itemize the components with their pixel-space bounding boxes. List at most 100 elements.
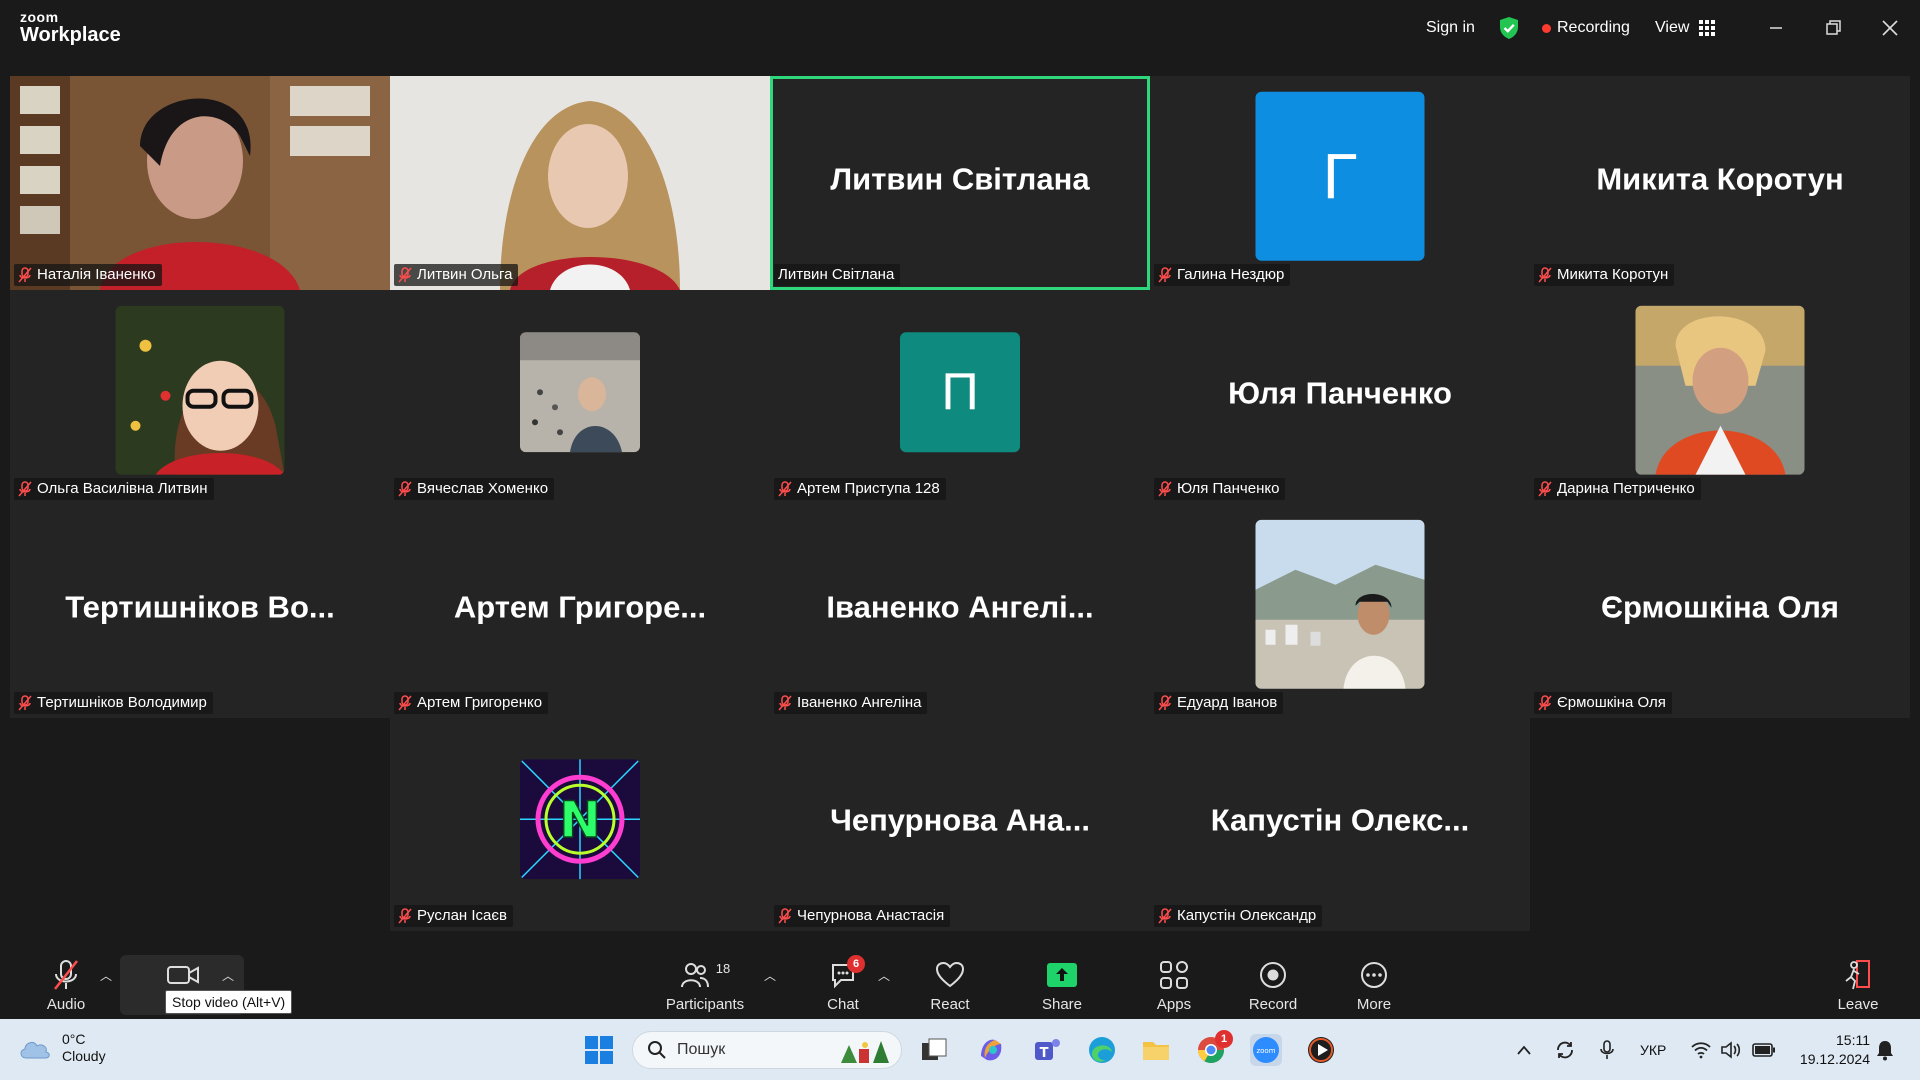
video-camera-icon bbox=[165, 958, 201, 992]
show-hidden-icons-chevron-up-icon[interactable] bbox=[1516, 1019, 1532, 1080]
windows-taskbar: 0°C Cloudy Пошук T 1 zoom УКР 15:11 19.1… bbox=[0, 1019, 1920, 1080]
close-icon[interactable] bbox=[1876, 14, 1904, 42]
chat-options-chevron-up-icon[interactable]: ︿ bbox=[878, 967, 890, 984]
audio-button[interactable]: Audio bbox=[42, 945, 90, 1019]
participant-display-name: Артем Григоре... bbox=[453, 589, 707, 625]
view-button[interactable]: View bbox=[1655, 0, 1716, 56]
more-button[interactable]: More bbox=[1354, 945, 1394, 1019]
participant-tile[interactable]: Артем Григоре... Артем Григоренко bbox=[390, 504, 770, 718]
copilot-icon[interactable] bbox=[975, 1034, 1007, 1066]
teams-icon[interactable]: T bbox=[1031, 1034, 1063, 1066]
participant-tile[interactable]: П Артем Приступа 128 bbox=[770, 290, 1150, 504]
react-button[interactable]: React bbox=[928, 945, 972, 1019]
participant-display-name: Юля Панченко bbox=[1228, 375, 1452, 411]
notification-bell-icon[interactable] bbox=[1876, 1019, 1894, 1080]
audio-options-chevron-up-icon[interactable]: ︿ bbox=[100, 967, 112, 984]
participant-video bbox=[390, 76, 770, 290]
battery-icon[interactable] bbox=[1752, 1019, 1776, 1080]
participant-tile[interactable]: Єрмошкіна Оля Єрмошкіна Оля bbox=[1530, 504, 1910, 718]
leave-meeting-button[interactable]: Leave bbox=[1836, 945, 1880, 1019]
svg-text:zoom: zoom bbox=[1256, 1047, 1275, 1055]
participant-name-label: Дарина Петриченко bbox=[1534, 478, 1701, 500]
participants-button[interactable]: 18 Participants bbox=[662, 945, 748, 1019]
mic-muted-icon bbox=[398, 694, 412, 710]
mic-muted-icon bbox=[778, 480, 792, 496]
participant-tile[interactable]: Микита Коротун Микита Коротун bbox=[1530, 76, 1910, 290]
zoom-taskbar-icon[interactable]: zoom bbox=[1250, 1034, 1282, 1066]
sign-in-link[interactable]: Sign in bbox=[1426, 0, 1475, 56]
chrome-icon[interactable]: 1 bbox=[1195, 1030, 1233, 1066]
participant-tile[interactable]: Капустін Олекс... Капустін Олександр bbox=[1150, 717, 1530, 931]
participant-tile[interactable]: Литвин Ольга bbox=[390, 76, 770, 290]
participant-tile[interactable]: Едуард Іванов bbox=[1150, 504, 1530, 718]
participant-tile[interactable]: Ольга Василівна Литвин bbox=[10, 290, 390, 504]
participant-tile[interactable]: Дарина Петриченко bbox=[1530, 290, 1910, 504]
participant-tile[interactable]: Іваненко Ангелі... Іваненко Ангеліна bbox=[770, 504, 1150, 718]
restore-icon[interactable] bbox=[1819, 14, 1847, 42]
volume-icon[interactable] bbox=[1720, 1019, 1742, 1080]
participant-display-name: Капустін Олекс... bbox=[1210, 802, 1470, 838]
mic-muted-icon bbox=[1158, 266, 1172, 282]
edge-icon[interactable] bbox=[1086, 1034, 1118, 1066]
video-options-chevron-up-icon[interactable]: ︿ bbox=[222, 967, 234, 984]
participant-tile[interactable]: Наталія Іваненко bbox=[10, 76, 390, 290]
mic-muted-icon bbox=[398, 480, 412, 496]
participant-name-label: Чепурнова Анастасія bbox=[774, 905, 951, 927]
task-view-icon[interactable] bbox=[918, 1034, 950, 1066]
participants-options-chevron-up-icon[interactable]: ︿ bbox=[764, 967, 776, 984]
system-clock[interactable]: 15:11 19.12.2024 bbox=[1790, 1031, 1870, 1069]
participant-tile[interactable]: Вячеслав Хоменко bbox=[390, 290, 770, 504]
windows-start-icon[interactable] bbox=[583, 1034, 615, 1066]
participant-name-label: Микита Коротун bbox=[1534, 264, 1675, 286]
media-player-icon[interactable] bbox=[1305, 1034, 1337, 1066]
mic-muted-icon bbox=[398, 907, 412, 923]
mic-muted-icon bbox=[18, 480, 32, 496]
sync-icon[interactable] bbox=[1554, 1019, 1576, 1080]
mic-muted-icon bbox=[48, 958, 84, 992]
participant-tile[interactable]: Юля Панченко Юля Панченко bbox=[1150, 290, 1530, 504]
search-icon bbox=[648, 1041, 666, 1059]
participant-name-label: Литвин Світлана bbox=[774, 264, 901, 286]
participant-tile[interactable]: Тертишніков Во... Тертишніков Володимир bbox=[10, 504, 390, 718]
search-highlight-icon bbox=[841, 1041, 889, 1063]
stop-video-tooltip: Stop video (Alt+V) bbox=[165, 990, 293, 1014]
wifi-icon[interactable] bbox=[1690, 1019, 1712, 1080]
recording-indicator[interactable]: Recording bbox=[1542, 0, 1630, 56]
keyboard-language-indicator[interactable]: УКР bbox=[1640, 1019, 1666, 1080]
record-button[interactable]: Record bbox=[1247, 945, 1299, 1019]
participant-avatar bbox=[1635, 305, 1805, 475]
participant-tile[interactable]: Чепурнова Ана... Чепурнова Анастасія bbox=[770, 717, 1150, 931]
participant-display-name: Іваненко Ангелі... bbox=[826, 589, 1094, 625]
participant-tile[interactable]: N Руслан Ісаєв bbox=[390, 717, 770, 931]
weather-widget[interactable]: 0°C Cloudy bbox=[18, 1031, 106, 1065]
apps-icon bbox=[1156, 958, 1192, 992]
participant-display-name: Микита Коротун bbox=[1596, 161, 1844, 197]
participant-name-label: Руслан Ісаєв bbox=[394, 905, 514, 927]
participant-display-name: Чепурнова Ана... bbox=[830, 802, 1090, 838]
participant-name-label: Вячеслав Хоменко bbox=[394, 478, 555, 500]
chat-button[interactable]: 6 Chat bbox=[825, 945, 865, 1019]
taskbar-search-input[interactable]: Пошук bbox=[632, 1031, 902, 1069]
encryption-shield-icon[interactable] bbox=[1498, 0, 1520, 56]
participant-avatar bbox=[520, 332, 640, 453]
title-bar: zoom Workplace Sign in Recording View bbox=[0, 0, 1920, 56]
apps-button[interactable]: Apps bbox=[1154, 945, 1194, 1019]
recording-dot-icon bbox=[1542, 23, 1551, 33]
participant-tile-active-speaker[interactable]: Литвин Світлана Литвин Світлана bbox=[770, 76, 1150, 290]
participant-avatar bbox=[1255, 519, 1425, 689]
participant-name-label: Іваненко Ангеліна bbox=[774, 692, 928, 714]
mic-muted-icon bbox=[1538, 694, 1552, 710]
minimize-icon[interactable] bbox=[1762, 14, 1790, 42]
mic-muted-icon bbox=[1158, 907, 1172, 923]
participant-tile[interactable]: Г Галина Нездюр bbox=[1150, 76, 1530, 290]
participants-count: 18 bbox=[715, 960, 731, 976]
participant-name-label: Єрмошкіна Оля bbox=[1534, 692, 1672, 714]
participant-name-label: Юля Панченко bbox=[1154, 478, 1286, 500]
participant-name-label: Артем Приступа 128 bbox=[774, 478, 946, 500]
share-screen-button[interactable]: Share bbox=[1040, 945, 1084, 1019]
heart-icon bbox=[932, 958, 968, 992]
microphone-tray-icon[interactable] bbox=[1599, 1019, 1615, 1080]
file-explorer-icon[interactable] bbox=[1140, 1034, 1172, 1066]
more-dots-icon bbox=[1356, 958, 1392, 992]
participant-name-label: Тертишніков Володимир bbox=[14, 692, 213, 714]
